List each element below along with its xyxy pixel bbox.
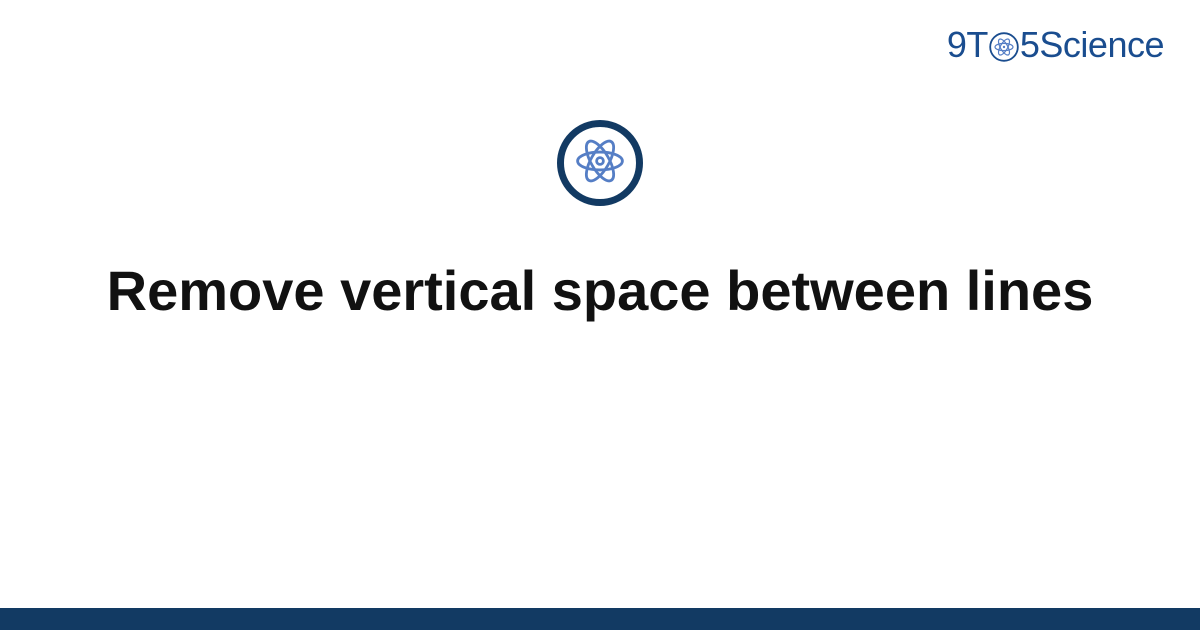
page-title: Remove vertical space between lines (107, 258, 1094, 324)
brand-logo: 9T 5Science (947, 24, 1164, 66)
hero-section: Remove vertical space between lines (0, 120, 1200, 324)
atom-icon (989, 32, 1019, 62)
footer-bar (0, 608, 1200, 630)
atom-icon (572, 133, 628, 194)
brand-text-pre: 9T (947, 24, 988, 66)
hero-icon-ring (557, 120, 643, 206)
brand-text-post: 5Science (1020, 24, 1164, 66)
